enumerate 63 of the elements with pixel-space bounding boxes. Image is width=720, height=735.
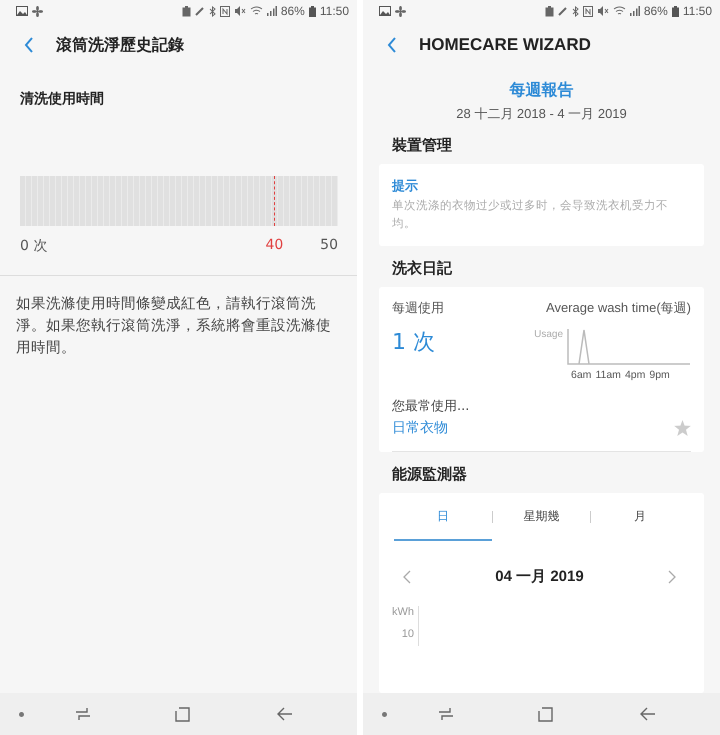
- mute-icon: [596, 6, 609, 16]
- weekly-usage-value: 1 次: [392, 329, 436, 357]
- image-icon: [16, 6, 28, 16]
- home-icon[interactable]: [175, 706, 190, 722]
- tip-title: 提示: [392, 178, 419, 195]
- chart-time-label: 4pm: [624, 369, 646, 381]
- battery-icon: [308, 6, 316, 16]
- section-title: 裝置管理: [392, 136, 453, 155]
- dot-icon[interactable]: [382, 712, 387, 716]
- signal-icon: [266, 6, 277, 16]
- battery-saver-icon: [182, 6, 191, 16]
- battery-percent: 86%: [644, 4, 668, 18]
- battery-icon: [672, 6, 679, 16]
- chart-title: Average wash time(每週): [546, 299, 691, 317]
- nfc-icon: [582, 6, 593, 16]
- chart-time-label: 11am: [595, 369, 621, 381]
- gauge-max-label: 50: [320, 237, 338, 255]
- bluetooth-icon: [572, 6, 579, 16]
- previous-icon[interactable]: [402, 570, 411, 584]
- fan-icon: [395, 6, 406, 16]
- back-icon[interactable]: [277, 707, 293, 721]
- clock: 11:50: [320, 4, 349, 18]
- period-tab[interactable]: 星期幾: [492, 493, 590, 541]
- weekly-usage-label: 每週使用: [392, 300, 444, 317]
- battery-percent: 86%: [280, 4, 305, 18]
- report-title: 每週報告: [508, 80, 574, 101]
- period-tab[interactable]: 月: [591, 493, 690, 541]
- page-title: HOMECARE WIZARD: [419, 35, 591, 55]
- recent-apps-icon[interactable]: [75, 707, 91, 721]
- mute-icon: [234, 6, 246, 16]
- chart-time-label: 6am: [571, 369, 592, 381]
- star-icon[interactable]: [674, 420, 691, 436]
- page-title: 滾筒洗淨歷史記錄: [56, 34, 184, 56]
- dot-icon[interactable]: [19, 712, 24, 716]
- gauge-min-label: 0 次: [20, 237, 48, 256]
- section-title: 清洗使用時間: [20, 90, 105, 108]
- wifi-icon: [250, 6, 263, 16]
- tip-text: 单次洗涤的衣物过少或过多时，会导致洗衣机受力不均。: [392, 197, 669, 232]
- nfc-icon: [220, 6, 230, 16]
- date-range: 28 十二月 2018 - 4 一月 2019: [455, 105, 628, 123]
- period-tab[interactable]: 日: [394, 493, 492, 541]
- warning-label: 40: [265, 237, 284, 253]
- battery-saver-icon: [544, 6, 554, 16]
- recent-apps-icon[interactable]: [438, 707, 454, 721]
- chart-tick-label: 10: [402, 628, 414, 640]
- next-icon[interactable]: [668, 570, 677, 584]
- back-icon[interactable]: [640, 707, 656, 721]
- fan-icon: [32, 6, 43, 16]
- energy-date: 04 一月 2019: [495, 567, 584, 586]
- bluetooth-icon: [208, 6, 216, 16]
- favorite-course[interactable]: 日常衣物: [392, 419, 448, 437]
- favorite-label: 您最常使用...: [392, 398, 470, 415]
- clock: 11:50: [682, 4, 712, 18]
- chart-unit-label: kWh: [392, 606, 414, 618]
- section-title: 能源監測器: [392, 465, 468, 484]
- instruction-text: 如果洗滌使用時間條變成紅色，請執行滾筒洗淨。如果您執行滾筒洗淨，系統將會重設洗滌使用時間。: [16, 295, 332, 358]
- wifi-icon: [612, 6, 626, 16]
- signal-icon: [630, 6, 640, 16]
- image-icon: [379, 6, 391, 16]
- chart-axis-label: Usage: [534, 329, 563, 340]
- section-title: 洗衣日記: [392, 259, 454, 278]
- home-icon[interactable]: [538, 706, 553, 722]
- chart-time-label: 9pm: [649, 369, 670, 381]
